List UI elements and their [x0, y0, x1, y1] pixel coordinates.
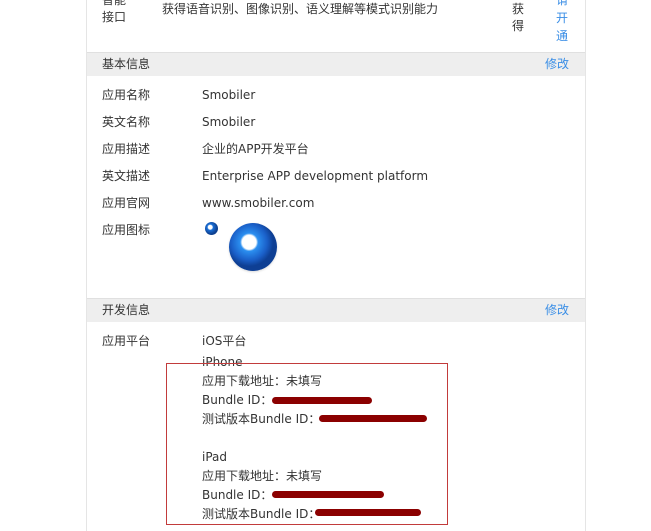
dev-info-title: 开发信息 [102, 303, 151, 317]
app-icon-label: 应用图标 [102, 223, 151, 237]
dev-info-edit-link[interactable]: 修改 [545, 302, 569, 318]
top-row-action-1[interactable]: 请 [556, 0, 568, 8]
app-icon-small [205, 222, 218, 235]
top-row-action-2[interactable]: 开 [556, 10, 568, 26]
basic-info-edit-link[interactable]: 修改 [545, 56, 569, 72]
basic-info-title: 基本信息 [102, 57, 151, 71]
top-row-status-1: 获 [512, 2, 525, 16]
app-name-value: Smobiler [202, 88, 256, 102]
top-row-description: 获得语音识别、图像识别、语义理解等模式识别能力 [162, 2, 439, 16]
app-name-label: 应用名称 [102, 88, 151, 102]
english-name-label: 英文名称 [102, 115, 151, 129]
top-row-status-2: 得 [512, 19, 525, 33]
ios-platform-title: iOS平台 [202, 334, 247, 348]
highlight-box [166, 363, 448, 525]
top-row-action-3[interactable]: 通 [556, 28, 568, 44]
basic-info-header: 基本信息 修改 [87, 52, 585, 76]
english-name-value: Smobiler [202, 115, 256, 129]
website-label: 应用官网 [102, 196, 151, 210]
website-value: www.smobiler.com [202, 196, 315, 210]
app-icon-large [229, 223, 277, 271]
app-desc-value: 企业的APP开发平台 [202, 142, 309, 156]
english-desc-label: 英文描述 [102, 169, 151, 183]
english-desc-value: Enterprise APP development platform [202, 169, 429, 183]
top-row-label-2: 接口 [102, 10, 127, 24]
platform-label: 应用平台 [102, 334, 151, 348]
top-row-label-1: 智能 [102, 0, 127, 7]
dev-info-header: 开发信息 修改 [87, 298, 585, 322]
app-desc-label: 应用描述 [102, 142, 151, 156]
